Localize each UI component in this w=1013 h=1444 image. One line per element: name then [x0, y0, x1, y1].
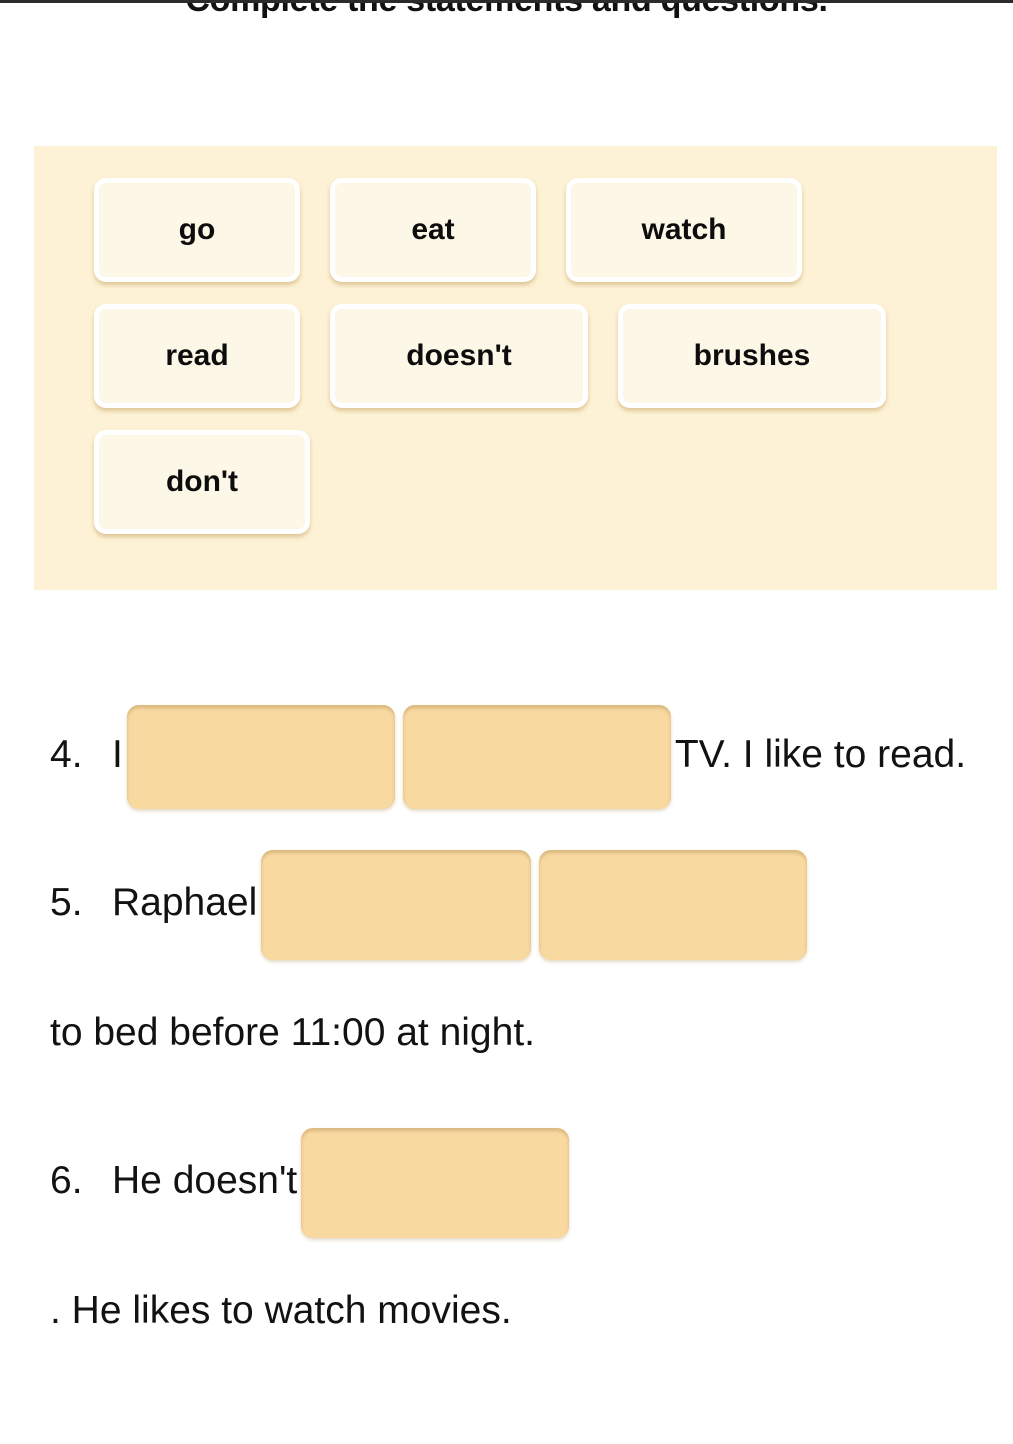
question-tail-text-4: TV. I like to read. [674, 733, 967, 776]
answer-blank-6a[interactable] [301, 1127, 570, 1238]
question-lead-text-6: He doesn't [112, 1159, 298, 1202]
question-number-5: 5. [50, 881, 83, 924]
word-bank-panel: go eat watch read doesn't brushes don't [34, 146, 997, 590]
word-chip-go[interactable]: go [94, 178, 300, 282]
word-bank-row: don't [94, 430, 997, 534]
question-number-6: 6. [50, 1159, 83, 1202]
word-bank-row: read doesn't brushes [94, 304, 997, 408]
word-chip-dont[interactable]: don't [94, 430, 310, 534]
question-lead-text-5: Raphael [112, 881, 258, 924]
word-chip-doesnt[interactable]: doesn't [330, 304, 588, 408]
word-chip-brushes[interactable]: brushes [618, 304, 886, 408]
question-item-4: 4. I TV. I like to read. [0, 690, 1013, 820]
answer-blank-4a[interactable] [126, 704, 395, 809]
word-chip-watch[interactable]: watch [566, 178, 802, 282]
answer-blank-5b[interactable] [539, 849, 808, 960]
word-chip-eat[interactable]: eat [330, 178, 536, 282]
question-tail-text-6: . He likes to watch movies. [50, 1289, 512, 1332]
page-title: Complete the statements and questions. [0, 3, 1013, 20]
questions-list: 4. I TV. I like to read. 5. Raphael to bed b… [0, 690, 1013, 1394]
answer-blank-5a[interactable] [261, 849, 532, 960]
word-chip-read[interactable]: read [94, 304, 300, 408]
question-item-5: 5. Raphael to bed before 11:00 at night. [0, 838, 1013, 1098]
word-bank-row: go eat watch [94, 178, 997, 282]
question-tail-text-5: to bed before 11:00 at night. [50, 1011, 535, 1054]
question-number-4: 4. [50, 733, 83, 776]
answer-blank-4b[interactable] [402, 704, 671, 809]
question-item-6: 6. He doesn't . He likes to watch movies. [0, 1116, 1013, 1376]
question-lead-text-4: I [112, 733, 123, 776]
page-title-clip: Complete the statements and questions. [0, 3, 1013, 27]
